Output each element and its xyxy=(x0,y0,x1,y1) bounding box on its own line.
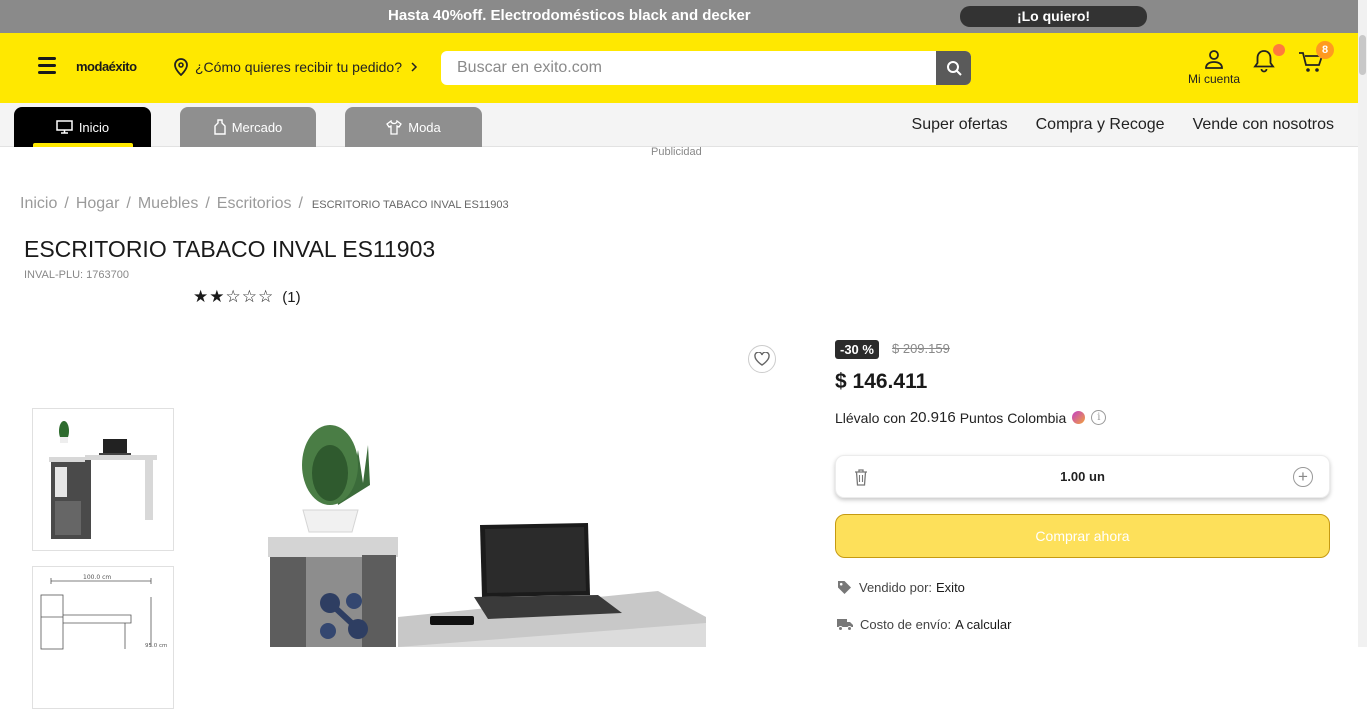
svg-text:100.0 cm: 100.0 cm xyxy=(83,574,111,581)
tab-label: Moda xyxy=(408,119,441,135)
breadcrumb-link[interactable]: Inicio xyxy=(20,195,57,213)
notifications-button[interactable] xyxy=(1253,49,1275,78)
main-nav: Inicio Mercado Moda Super ofertas Compra… xyxy=(0,103,1358,147)
product-thumbnail[interactable] xyxy=(32,408,174,551)
monitor-icon xyxy=(56,120,73,134)
breadcrumb-link[interactable]: Muebles xyxy=(138,195,198,213)
user-icon xyxy=(1205,50,1223,69)
search-icon xyxy=(946,61,962,76)
page-scrollbar[interactable] xyxy=(1358,0,1367,647)
puntos-colombia-icon xyxy=(1072,411,1086,424)
tab-mercado[interactable]: Mercado xyxy=(180,107,316,147)
tag-icon xyxy=(838,581,851,594)
chevron-right-icon xyxy=(411,62,418,72)
points-suffix: Puntos Colombia xyxy=(959,409,1067,426)
desk-dimensions-image: 100.0 cm 95.0 cm xyxy=(40,574,167,650)
points-value: 20.916 xyxy=(909,409,956,426)
active-tab-indicator xyxy=(33,143,133,147)
product-title: ESCRITORIO TABACO INVAL ES11903 xyxy=(24,236,436,262)
nav-links: Super ofertas Compra y Recoge Vende con … xyxy=(912,116,1334,134)
account-button[interactable]: Mi cuenta xyxy=(1185,49,1243,86)
star-filled-icon: ★ xyxy=(193,287,209,306)
points-prefix: Llévalo con xyxy=(835,409,906,426)
delivery-label: ¿Cómo quieres recibir tu pedido? xyxy=(195,59,402,75)
tab-moda[interactable]: Moda xyxy=(345,107,482,147)
rating-count: (1) xyxy=(282,288,301,306)
cart-count-badge: 8 xyxy=(1316,41,1334,59)
favorite-button[interactable] xyxy=(748,345,776,373)
product-rating[interactable]: ★ ★ ☆ ☆ ☆ (1) xyxy=(193,287,301,307)
promo-banner: Hasta 40%off. Electrodomésticos black an… xyxy=(0,0,1358,33)
breadcrumb-current: ESCRITORIO TABACO INVAL ES11903 xyxy=(311,199,509,211)
shipping-label: Costo de envío: xyxy=(860,617,952,632)
account-label: Mi cuenta xyxy=(1187,72,1241,86)
discount-badge: -30 % xyxy=(835,340,879,359)
shirt-icon xyxy=(386,119,403,135)
svg-text:95.0 cm: 95.0 cm xyxy=(145,643,167,649)
location-pin-icon xyxy=(174,58,188,76)
shipping-value: A calcular xyxy=(955,617,1012,632)
truck-icon xyxy=(837,619,853,631)
ad-label: Publicidad xyxy=(651,146,702,158)
tab-inicio[interactable]: Inicio xyxy=(14,107,151,147)
current-price: $ 146.411 xyxy=(835,370,928,393)
product-main-image[interactable] xyxy=(258,425,718,647)
star-empty-icon: ☆ xyxy=(241,287,257,306)
star-filled-icon: ★ xyxy=(209,287,225,306)
nav-link-compra-recoge[interactable]: Compra y Recoge xyxy=(1036,116,1165,134)
search-bar xyxy=(441,51,971,85)
product-plu: INVAL-PLU: 1763700 xyxy=(24,269,129,281)
old-price: $ 209.159 xyxy=(892,341,950,356)
seller-name[interactable]: Exito xyxy=(936,580,965,595)
shipping-info: Costo de envío: A calcular xyxy=(837,617,1011,632)
tab-label: Mercado xyxy=(231,119,283,135)
delivery-selector[interactable]: ¿Cómo quieres recibir tu pedido? xyxy=(173,58,426,76)
quantity-stepper: 1.00 un + xyxy=(835,455,1330,498)
nav-link-vende[interactable]: Vende con nosotros xyxy=(1193,116,1334,134)
heart-icon xyxy=(754,352,770,366)
promo-cta-button[interactable]: ¡Lo quiero! xyxy=(960,6,1147,27)
tab-label: Inicio xyxy=(78,119,110,135)
info-icon[interactable]: i xyxy=(1091,410,1107,425)
breadcrumb-link[interactable]: Escritorios xyxy=(217,195,292,213)
plus-circle-icon[interactable]: + xyxy=(1293,467,1313,487)
quantity-value: 1.00 un xyxy=(1060,469,1105,484)
bottle-icon xyxy=(214,119,226,135)
bell-icon xyxy=(1253,50,1275,73)
breadcrumb-link[interactable]: Hogar xyxy=(76,195,120,213)
search-input[interactable] xyxy=(441,51,935,85)
nav-link-super-ofertas[interactable]: Super ofertas xyxy=(912,116,1008,134)
logo[interactable]: modaéxito xyxy=(76,59,137,74)
seller-info: Vendido por: Exito xyxy=(837,580,965,595)
star-empty-icon: ☆ xyxy=(258,287,274,306)
star-empty-icon: ☆ xyxy=(225,287,241,306)
points-info: Llévalo con 20.916 Puntos Colombia i xyxy=(835,409,1107,426)
buy-now-button[interactable]: Comprar ahora xyxy=(835,514,1330,558)
notification-dot xyxy=(1273,44,1285,56)
desk-thumbnail-image xyxy=(49,421,157,539)
promo-text: Hasta 40%off. Electrodomésticos black an… xyxy=(388,7,751,24)
seller-label: Vendido por: xyxy=(859,580,933,595)
hamburger-icon[interactable] xyxy=(38,57,56,75)
header: modaéxito ¿Cómo quieres recibir tu pedid… xyxy=(0,33,1358,103)
product-thumbnail[interactable]: 100.0 cm 95.0 cm xyxy=(32,566,174,709)
search-button[interactable] xyxy=(936,51,971,85)
breadcrumb: Inicio / Hogar / Muebles / Escritorios / ESC… xyxy=(20,195,509,213)
